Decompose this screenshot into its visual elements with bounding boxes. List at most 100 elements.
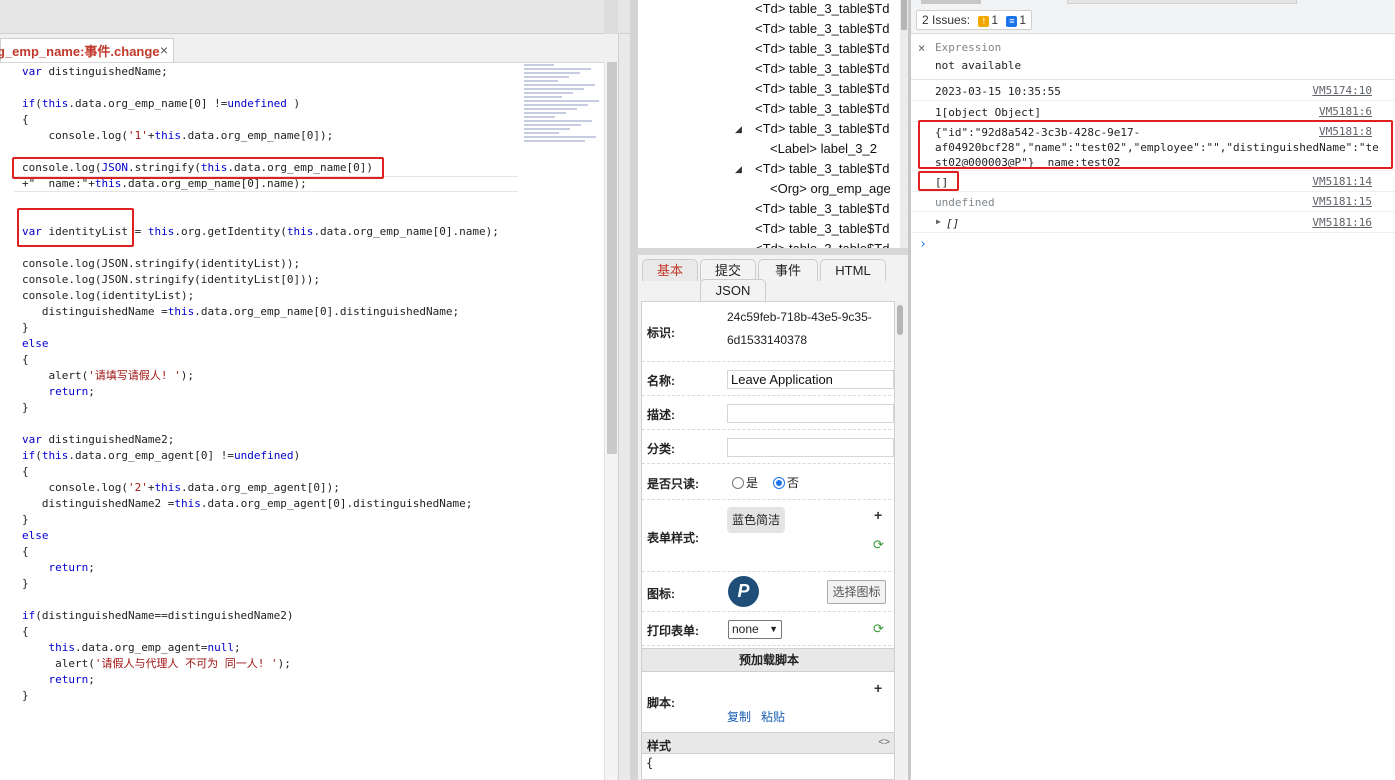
code-line[interactable]: if(distinguishedName==distinguishedName2… xyxy=(22,608,499,624)
code-line[interactable]: } xyxy=(22,576,499,592)
dom-tree-node[interactable]: <Td> table_3_table$Td xyxy=(755,221,889,236)
dom-tree-node[interactable]: <Org> org_emp_age xyxy=(770,181,891,196)
dom-tree-node[interactable]: <Td> table_3_table$Td xyxy=(755,61,889,76)
console-source-link[interactable]: VM5174:10 xyxy=(1312,84,1372,97)
tab-events[interactable]: 事件 xyxy=(758,259,818,281)
dom-tree-node[interactable]: <Td> table_3_table$Td xyxy=(755,1,889,16)
code-line[interactable]: alert('请填写请假人! '); xyxy=(22,368,499,384)
dom-tree-node[interactable]: <Td> table_3_table$Td xyxy=(755,41,889,56)
close-icon[interactable]: × xyxy=(918,41,925,55)
dom-tree-node[interactable]: <Td> table_3_table$Td xyxy=(755,241,889,248)
dom-tree-node[interactable]: <Label> label_3_2 xyxy=(770,141,877,156)
console-message-text[interactable]: [] xyxy=(946,216,959,231)
code-token: .data.org_emp_agent[0]); xyxy=(180,481,340,494)
code-line[interactable] xyxy=(22,416,499,432)
form-style-button[interactable]: 蓝色简洁 xyxy=(727,507,785,533)
code-line[interactable]: alert('请假人与代理人 不可为 同一人! '); xyxy=(22,656,499,672)
console-source-link[interactable]: VM5181:6 xyxy=(1319,105,1372,118)
code-line[interactable]: } xyxy=(22,688,499,704)
code-line[interactable]: this.data.org_emp_agent=null; xyxy=(22,640,499,656)
code-line[interactable]: if(this.data.org_emp_name[0] !=undefined… xyxy=(22,96,499,112)
code-line[interactable]: } xyxy=(22,512,499,528)
code-line[interactable]: { xyxy=(22,112,499,128)
filter-input-edge[interactable] xyxy=(1067,0,1297,4)
expand-triangle-icon[interactable]: ◢ xyxy=(735,164,742,175)
code-line[interactable]: console.log('2'+this.data.org_emp_agent[… xyxy=(22,480,499,496)
code-line[interactable]: console.log(identityList); xyxy=(22,288,499,304)
code-line[interactable]: { xyxy=(22,352,499,368)
console-input[interactable] xyxy=(933,236,1373,254)
readonly-yes-option[interactable]: 是 xyxy=(732,474,758,491)
code-line[interactable]: } xyxy=(22,400,499,416)
code-toggle-icon[interactable]: <> xyxy=(878,737,890,748)
code-line[interactable]: { xyxy=(22,624,499,640)
code-line[interactable]: return; xyxy=(22,560,499,576)
console-source-link[interactable]: VM5181:14 xyxy=(1312,175,1372,188)
scrollbar-thumb[interactable] xyxy=(901,0,907,30)
code-line[interactable]: return; xyxy=(22,384,499,400)
refresh-print-icon[interactable]: ⟳ xyxy=(873,621,884,637)
property-panel-scrollbar[interactable] xyxy=(896,301,904,780)
minimap-line xyxy=(524,76,569,78)
code-line[interactable]: distinguishedName2 =this.data.org_emp_ag… xyxy=(22,496,499,512)
code-line[interactable]: else xyxy=(22,528,499,544)
code-line[interactable]: } xyxy=(22,320,499,336)
expand-triangle-icon[interactable]: ▶ xyxy=(936,217,941,226)
name-field[interactable]: Leave Application xyxy=(727,370,894,389)
css-editor[interactable]: { xyxy=(646,756,653,770)
editor-top-scrollbar[interactable] xyxy=(604,0,618,34)
code-line[interactable]: { xyxy=(22,544,499,560)
close-icon[interactable]: × xyxy=(160,42,168,58)
dom-tree-node[interactable]: <Td> table_3_table$Td xyxy=(755,121,889,136)
code-line[interactable] xyxy=(22,592,499,608)
code-line[interactable]: return; xyxy=(22,672,499,688)
print-form-select[interactable]: none ▼ xyxy=(728,620,782,639)
dom-tree-node[interactable]: <Td> table_3_table$Td xyxy=(755,101,889,116)
tab-json[interactable]: JSON xyxy=(700,279,766,301)
code-line[interactable]: { xyxy=(22,464,499,480)
paste-link[interactable]: 粘贴 xyxy=(761,708,785,725)
console-prompt-icon[interactable]: › xyxy=(919,237,927,252)
dom-tree-node[interactable]: <Td> table_3_table$Td xyxy=(755,161,889,176)
dom-tree-node[interactable]: <Td> table_3_table$Td xyxy=(755,81,889,96)
code-line[interactable]: console.log(JSON.stringify(identityList)… xyxy=(22,256,499,272)
add-script-icon[interactable]: + xyxy=(874,680,882,696)
add-style-icon[interactable]: + xyxy=(874,507,882,523)
editor-splitter[interactable] xyxy=(618,34,630,780)
code-line[interactable] xyxy=(22,192,499,208)
dom-tree-node[interactable]: <Td> table_3_table$Td xyxy=(755,201,889,216)
code-line[interactable]: var distinguishedName; xyxy=(22,64,499,80)
console-source-link[interactable]: VM5181:15 xyxy=(1312,195,1372,208)
choose-icon-button[interactable]: 选择图标 xyxy=(827,580,886,604)
code-line[interactable]: distinguishedName =this.data.org_emp_nam… xyxy=(22,304,499,320)
panel-splitter[interactable] xyxy=(630,0,638,780)
category-field[interactable] xyxy=(727,438,894,457)
radio-yes[interactable] xyxy=(732,477,744,489)
scrollbar-thumb[interactable] xyxy=(897,305,903,335)
expand-triangle-icon[interactable]: ◢ xyxy=(735,124,742,135)
code-line[interactable]: else xyxy=(22,336,499,352)
refresh-style-icon[interactable]: ⟳ xyxy=(873,537,884,553)
scrollbar-thumb[interactable] xyxy=(607,62,617,454)
dom-tree-scrollbar[interactable] xyxy=(900,0,908,248)
tab-basic[interactable]: 基本 xyxy=(642,259,698,281)
issues-button[interactable]: 2 Issues: ! 1 ≡ 1 xyxy=(916,10,1033,30)
dom-tree-panel[interactable]: <Td> table_3_table$Td <Td> table_3_table$… xyxy=(638,0,900,248)
code-line[interactable]: console.log('1'+this.data.org_emp_name[0… xyxy=(22,128,499,144)
copy-link[interactable]: 复制 xyxy=(727,708,751,725)
code-minimap[interactable] xyxy=(524,64,602,148)
code-line[interactable]: var distinguishedName2; xyxy=(22,432,499,448)
console-source-link[interactable]: VM5181:16 xyxy=(1312,216,1372,229)
radio-no[interactable] xyxy=(773,477,785,489)
tab-html[interactable]: HTML xyxy=(820,259,886,281)
readonly-no-option[interactable]: 否 xyxy=(773,474,799,491)
editor-scrollbar[interactable] xyxy=(604,62,618,780)
dom-tree-node[interactable]: <Td> table_3_table$Td xyxy=(755,21,889,36)
code-line[interactable]: if(this.data.org_emp_agent[0] !=undefine… xyxy=(22,448,499,464)
editor-tab[interactable]: g_emp_name:事件.change × xyxy=(0,38,174,62)
code-line[interactable]: console.log(JSON.stringify(identityList[… xyxy=(22,272,499,288)
description-field[interactable] xyxy=(727,404,894,423)
panel-splitter-horizontal[interactable] xyxy=(638,248,908,255)
code-line[interactable] xyxy=(22,80,499,96)
tab-submit[interactable]: 提交 xyxy=(700,259,756,281)
